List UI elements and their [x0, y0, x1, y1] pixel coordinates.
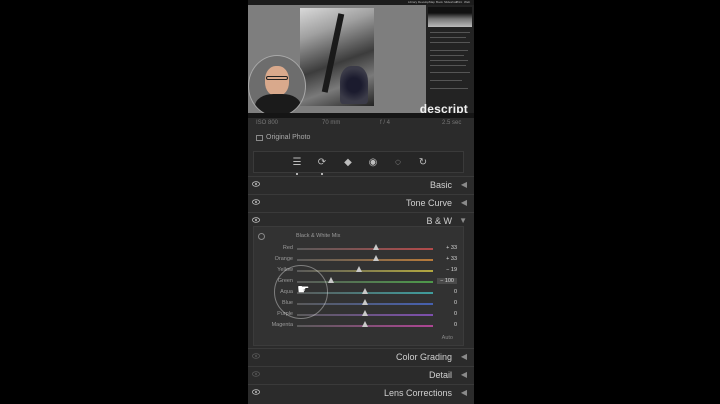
- eye-icon[interactable]: [252, 353, 260, 359]
- section-tone-curve[interactable]: Tone Curve ◀: [248, 194, 474, 211]
- histogram: [428, 7, 472, 27]
- checkbox-icon: [256, 134, 263, 141]
- slider-label: Orange: [274, 256, 293, 262]
- aperture: f / 4: [380, 120, 391, 126]
- slider-thumb[interactable]: [362, 299, 368, 305]
- slider-magenta[interactable]: Magenta 0: [254, 321, 465, 330]
- slider-value[interactable]: + 33: [446, 245, 457, 251]
- target-adjust-icon[interactable]: [258, 233, 265, 240]
- original-photo-label: Original Photo: [266, 134, 311, 141]
- slider-value[interactable]: 0: [454, 289, 457, 295]
- eye-icon[interactable]: [252, 181, 260, 187]
- slider-value[interactable]: 0: [454, 311, 457, 317]
- slider-label: Red: [282, 245, 293, 251]
- collapse-arrow-icon: ◀: [460, 370, 467, 379]
- slider-value[interactable]: 0: [454, 300, 457, 306]
- edit-toolbar: ☰ ⟳ ◆ ◉ ◌ ↻: [253, 151, 464, 175]
- eye-icon[interactable]: [252, 389, 260, 395]
- slider-thumb[interactable]: [355, 266, 362, 272]
- exif-info-row: ISO 800 70 mm f / 4 2.5 sec: [252, 118, 470, 128]
- section-color-grading-title: Color Grading: [395, 352, 452, 362]
- section-lens-corrections-title: Lens Corrections: [383, 388, 452, 398]
- collapse-arrow-icon: ◀: [460, 352, 467, 361]
- slider-track[interactable]: [297, 259, 433, 261]
- section-lens-corrections[interactable]: Lens Corrections ◀: [248, 384, 474, 401]
- slider-value[interactable]: − 19: [446, 267, 457, 273]
- section-detail[interactable]: Detail ◀: [248, 366, 474, 383]
- slider-thumb[interactable]: [373, 244, 380, 250]
- slider-label: Magenta: [271, 322, 293, 328]
- slider-thumb[interactable]: [362, 310, 368, 316]
- section-basic[interactable]: Basic ◀: [248, 176, 474, 193]
- slider-thumb[interactable]: [362, 321, 368, 327]
- slider-value[interactable]: + 33: [446, 256, 457, 262]
- collapse-arrow-icon: ◀: [460, 180, 467, 189]
- hand-cursor-icon: ☛: [297, 281, 310, 297]
- sliders-icon[interactable]: ☰: [291, 157, 303, 175]
- slider-red[interactable]: Red + 33: [254, 244, 465, 253]
- slider-value[interactable]: 0: [454, 322, 457, 328]
- versions-icon[interactable]: ↻: [417, 157, 429, 169]
- eye-icon[interactable]: [252, 199, 260, 205]
- slider-orange[interactable]: Orange + 33: [254, 255, 465, 264]
- video-frame: Library Develop Map Book Slideshow Print…: [248, 0, 474, 404]
- bw-mix-panel: Black & White Mix Red + 33 Orange + 33 Yello…: [253, 226, 464, 346]
- bw-mix-title: Black & White Mix: [296, 233, 341, 239]
- masking-icon[interactable]: ◌: [392, 157, 404, 169]
- collapse-arrow-icon: ◀: [460, 198, 467, 207]
- shutter-speed: 2.5 sec: [442, 120, 462, 126]
- section-bw-title: B & W: [426, 216, 452, 226]
- slider-thumb[interactable]: [362, 288, 368, 294]
- presenter-webcam: [248, 55, 306, 117]
- section-basic-title: Basic: [429, 180, 452, 190]
- crop-icon[interactable]: ⟳: [316, 157, 328, 175]
- module-library: Library: [408, 0, 418, 4]
- section-color-grading[interactable]: Color Grading ◀: [248, 348, 474, 365]
- develop-panel: ISO 800 70 mm f / 4 2.5 sec Original Pho…: [248, 118, 474, 404]
- preview-photo: [300, 8, 374, 106]
- expand-arrow-icon: ▼: [459, 216, 467, 225]
- auto-button[interactable]: Auto: [442, 335, 453, 341]
- slider-thumb[interactable]: [373, 255, 380, 261]
- focal-length: 70 mm: [322, 120, 341, 126]
- eraser-icon[interactable]: ◆: [342, 157, 354, 169]
- slider-thumb[interactable]: [328, 277, 334, 283]
- eye-icon[interactable]: [252, 217, 260, 223]
- original-photo-toggle[interactable]: Original Photo: [256, 134, 310, 141]
- slider-value[interactable]: − 100: [437, 278, 457, 284]
- lightroom-preview: Library Develop Map Book Slideshow Print…: [248, 0, 474, 118]
- section-tone-curve-title: Tone Curve: [405, 198, 452, 208]
- collapse-arrow-icon: ◀: [460, 388, 467, 397]
- section-detail-title: Detail: [428, 370, 452, 380]
- red-eye-icon[interactable]: ◉: [367, 157, 379, 169]
- iso-value: ISO 800: [256, 120, 279, 126]
- slider-track[interactable]: [297, 248, 433, 250]
- eye-icon[interactable]: [252, 371, 260, 377]
